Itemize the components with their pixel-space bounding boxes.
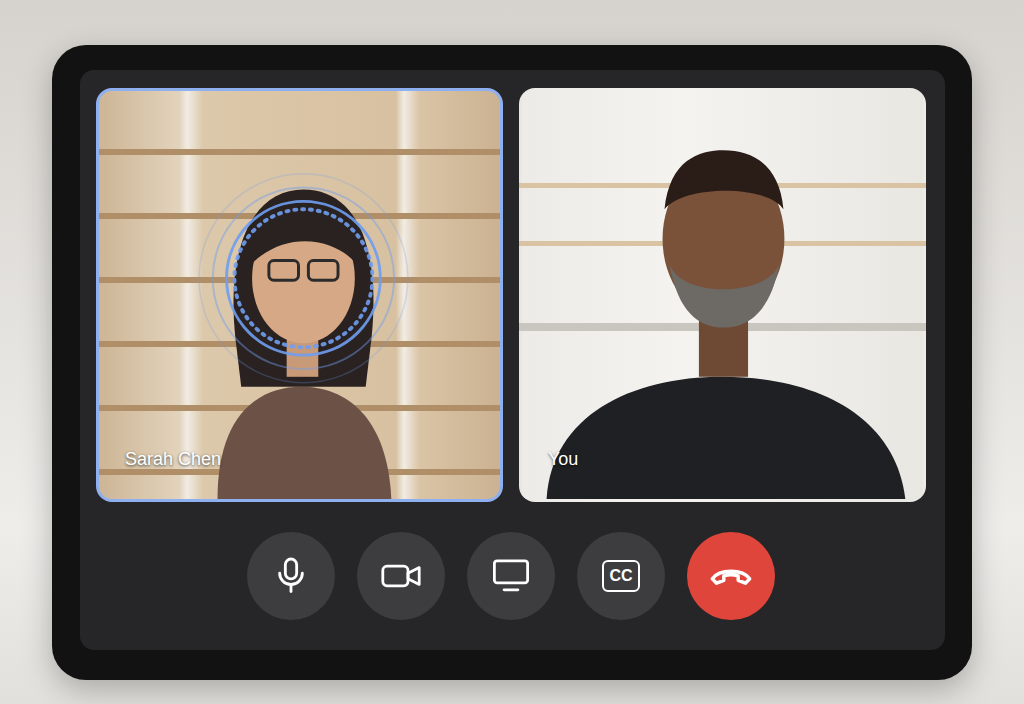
captions-button[interactable]: CC xyxy=(577,532,665,620)
participant-name: You xyxy=(544,447,582,473)
camera-icon xyxy=(380,560,422,592)
end-call-button[interactable] xyxy=(687,532,775,620)
participant-name: Sarah Chen xyxy=(121,447,225,473)
monitor-icon xyxy=(490,558,532,594)
speaking-indicator xyxy=(99,91,500,499)
participant-video xyxy=(522,91,923,499)
call-controls: CC xyxy=(96,502,926,650)
video-grid: Sarah Chen You xyxy=(96,88,926,502)
microphone-button[interactable] xyxy=(247,532,335,620)
captions-icon: CC xyxy=(602,560,640,592)
participant-video xyxy=(99,91,500,499)
hang-up-icon xyxy=(708,564,754,588)
tablet: Sarah Chen You CC xyxy=(52,45,972,680)
video-tile[interactable]: You xyxy=(519,88,926,502)
microphone-icon xyxy=(274,556,308,596)
screen-share-button[interactable] xyxy=(467,532,555,620)
camera-button[interactable] xyxy=(357,532,445,620)
call-screen: Sarah Chen You CC xyxy=(80,70,945,650)
video-tile[interactable]: Sarah Chen xyxy=(96,88,503,502)
